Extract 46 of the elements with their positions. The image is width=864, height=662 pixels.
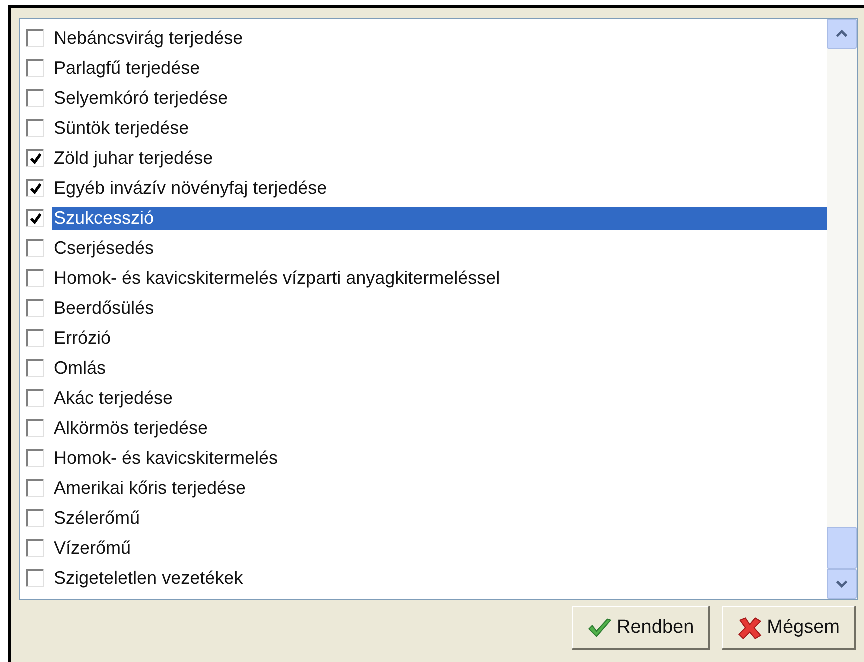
checkbox[interactable]: [26, 359, 44, 377]
list-item[interactable]: Errózió: [52, 326, 827, 350]
list-item[interactable]: Parlagfű terjedése: [52, 56, 827, 80]
list-item[interactable]: Egyéb invázív növényfaj terjedése: [52, 176, 827, 200]
checkmark-icon: [587, 616, 614, 638]
cancel-button[interactable]: Mégsem: [722, 606, 856, 650]
list-item[interactable]: Süntök terjedése: [52, 116, 827, 140]
checkbox[interactable]: [26, 149, 44, 167]
list-item[interactable]: Selyemkóró terjedése: [52, 86, 827, 110]
checkbox[interactable]: [26, 209, 44, 227]
cross-icon: [737, 616, 764, 640]
checkbox[interactable]: [26, 89, 44, 107]
checkbox[interactable]: [26, 389, 44, 407]
checkbox[interactable]: [26, 329, 44, 347]
checkbox[interactable]: [26, 449, 44, 467]
checkbox[interactable]: [26, 179, 44, 197]
list-item[interactable]: Akác terjedése: [52, 386, 827, 410]
list-item[interactable]: Homok- és kavicskitermelés: [52, 446, 827, 470]
checkbox[interactable]: [26, 509, 44, 527]
checkbox[interactable]: [26, 479, 44, 497]
checkbox[interactable]: [26, 569, 44, 587]
list-item[interactable]: Szigeteletlen vezetékek: [52, 566, 827, 590]
scroll-down-button[interactable]: [827, 569, 857, 599]
checkbox[interactable]: [26, 539, 44, 557]
checkbox[interactable]: [26, 419, 44, 437]
checkbox[interactable]: [26, 119, 44, 137]
list-item[interactable]: Homok- és kavicskitermelés vízparti anyagkitermeléssel: [52, 266, 827, 290]
list-item[interactable]: Amerikai kőris terjedése: [52, 476, 827, 500]
list-item[interactable]: Nebáncsvirág terjedése: [52, 26, 827, 50]
list-item[interactable]: Alkörmös terjedése: [52, 416, 827, 440]
checkbox[interactable]: [26, 239, 44, 257]
scrollbar[interactable]: [827, 19, 857, 599]
list-item[interactable]: Omlás: [52, 356, 827, 380]
checkbox[interactable]: [26, 299, 44, 317]
checkbox[interactable]: [26, 59, 44, 77]
checkbox[interactable]: [26, 29, 44, 47]
list-item[interactable]: Szukcesszió: [52, 206, 827, 230]
scrollbar-thumb[interactable]: [827, 527, 857, 569]
list-item[interactable]: Vízerőmű: [52, 536, 827, 560]
list-item[interactable]: Beerdősülés: [52, 296, 827, 320]
list-item[interactable]: Cserjésedés: [52, 236, 827, 260]
list-item[interactable]: Szélerőmű: [52, 506, 827, 530]
ok-button[interactable]: Rendben: [572, 606, 710, 650]
list-item[interactable]: Zöld juhar terjedése: [52, 146, 827, 170]
checkbox[interactable]: [26, 269, 44, 287]
scroll-up-button[interactable]: [827, 19, 857, 49]
